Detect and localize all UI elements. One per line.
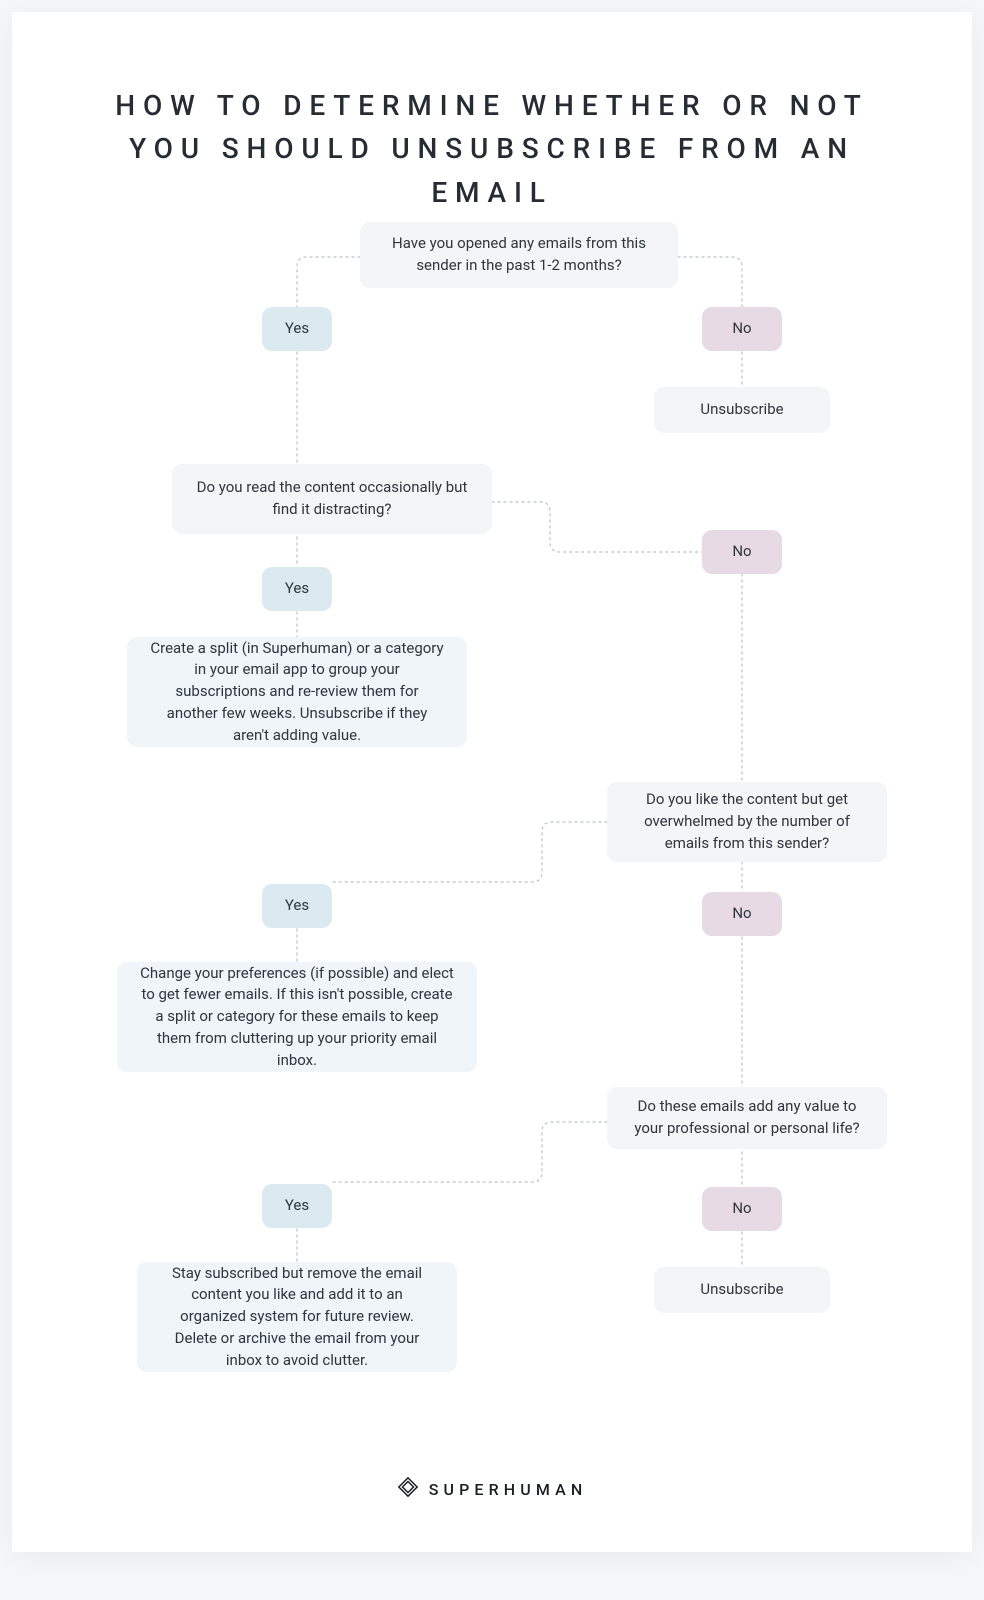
page-title: HOW TO DETERMINE WHETHER OR NOT YOU SHOU… xyxy=(12,84,972,214)
answer-no-2: No xyxy=(702,530,782,574)
superhuman-logo-icon xyxy=(397,1476,419,1502)
action-3: Stay subscribed but remove the email con… xyxy=(137,1262,457,1372)
answer-no-4: No xyxy=(702,1187,782,1231)
question-3: Do you like the content but get overwhel… xyxy=(607,782,887,862)
question-2: Do you read the content occasionally but… xyxy=(172,464,492,534)
action-unsubscribe-1: Unsubscribe xyxy=(654,387,830,433)
action-1: Create a split (in Superhuman) or a cate… xyxy=(127,637,467,747)
answer-yes-1: Yes xyxy=(262,307,332,351)
action-unsubscribe-2: Unsubscribe xyxy=(654,1267,830,1313)
answer-no-1: No xyxy=(702,307,782,351)
question-1: Have you opened any emails from this sen… xyxy=(360,222,678,288)
answer-yes-3: Yes xyxy=(262,884,332,928)
action-2: Change your preferences (if possible) an… xyxy=(117,962,477,1072)
footer: SUPERHUMAN xyxy=(12,1476,972,1502)
answer-no-3: No xyxy=(702,892,782,936)
answer-yes-4: Yes xyxy=(262,1184,332,1228)
brand-name: SUPERHUMAN xyxy=(429,1480,588,1499)
answer-yes-2: Yes xyxy=(262,567,332,611)
question-4: Do these emails add any value to your pr… xyxy=(607,1087,887,1149)
flowchart-card: HOW TO DETERMINE WHETHER OR NOT YOU SHOU… xyxy=(12,12,972,1552)
